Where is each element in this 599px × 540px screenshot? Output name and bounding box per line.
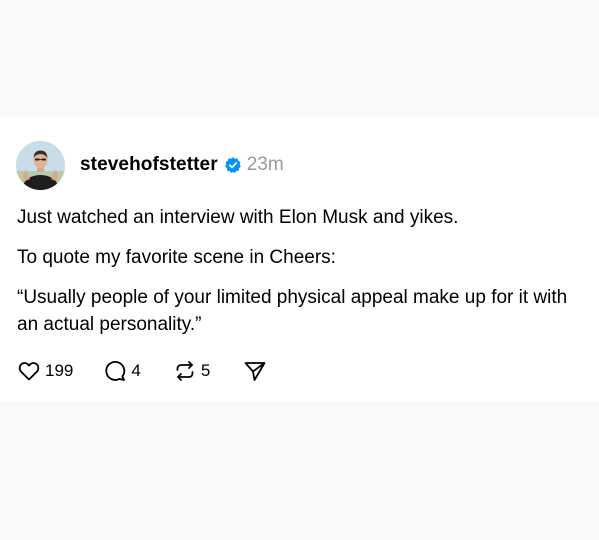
post-paragraph: To quote my favorite scene in Cheers: (17, 247, 336, 268)
share-button[interactable] (243, 359, 267, 383)
author-avatar[interactable] (16, 141, 65, 190)
avatar-image (16, 141, 65, 190)
post-card: stevehofstetter 23m Just watched an inte… (0, 117, 599, 402)
repost-icon (173, 359, 197, 383)
post-actions: 199 4 5 (17, 358, 267, 384)
post-body: Just watched an interview with Elon Musk… (17, 204, 582, 351)
post-paragraph: “Usually people of your limited physical… (17, 287, 568, 335)
verified-badge-icon (224, 156, 242, 174)
post-timestamp: 23m (246, 154, 284, 175)
author-username[interactable]: stevehofstetter (80, 154, 218, 176)
repost-button[interactable]: 5 (173, 359, 210, 383)
repost-count: 5 (200, 361, 211, 380)
comment-icon (103, 359, 127, 383)
like-count: 199 (45, 361, 74, 380)
reply-count: 4 (131, 361, 141, 380)
reply-button[interactable]: 4 (103, 359, 141, 383)
send-icon (243, 359, 267, 383)
heart-icon (17, 359, 41, 383)
like-button[interactable]: 199 (17, 359, 73, 383)
post-paragraph: Just watched an interview with Elon Musk… (17, 207, 459, 228)
post-header: stevehofstetter 23m (80, 152, 284, 178)
